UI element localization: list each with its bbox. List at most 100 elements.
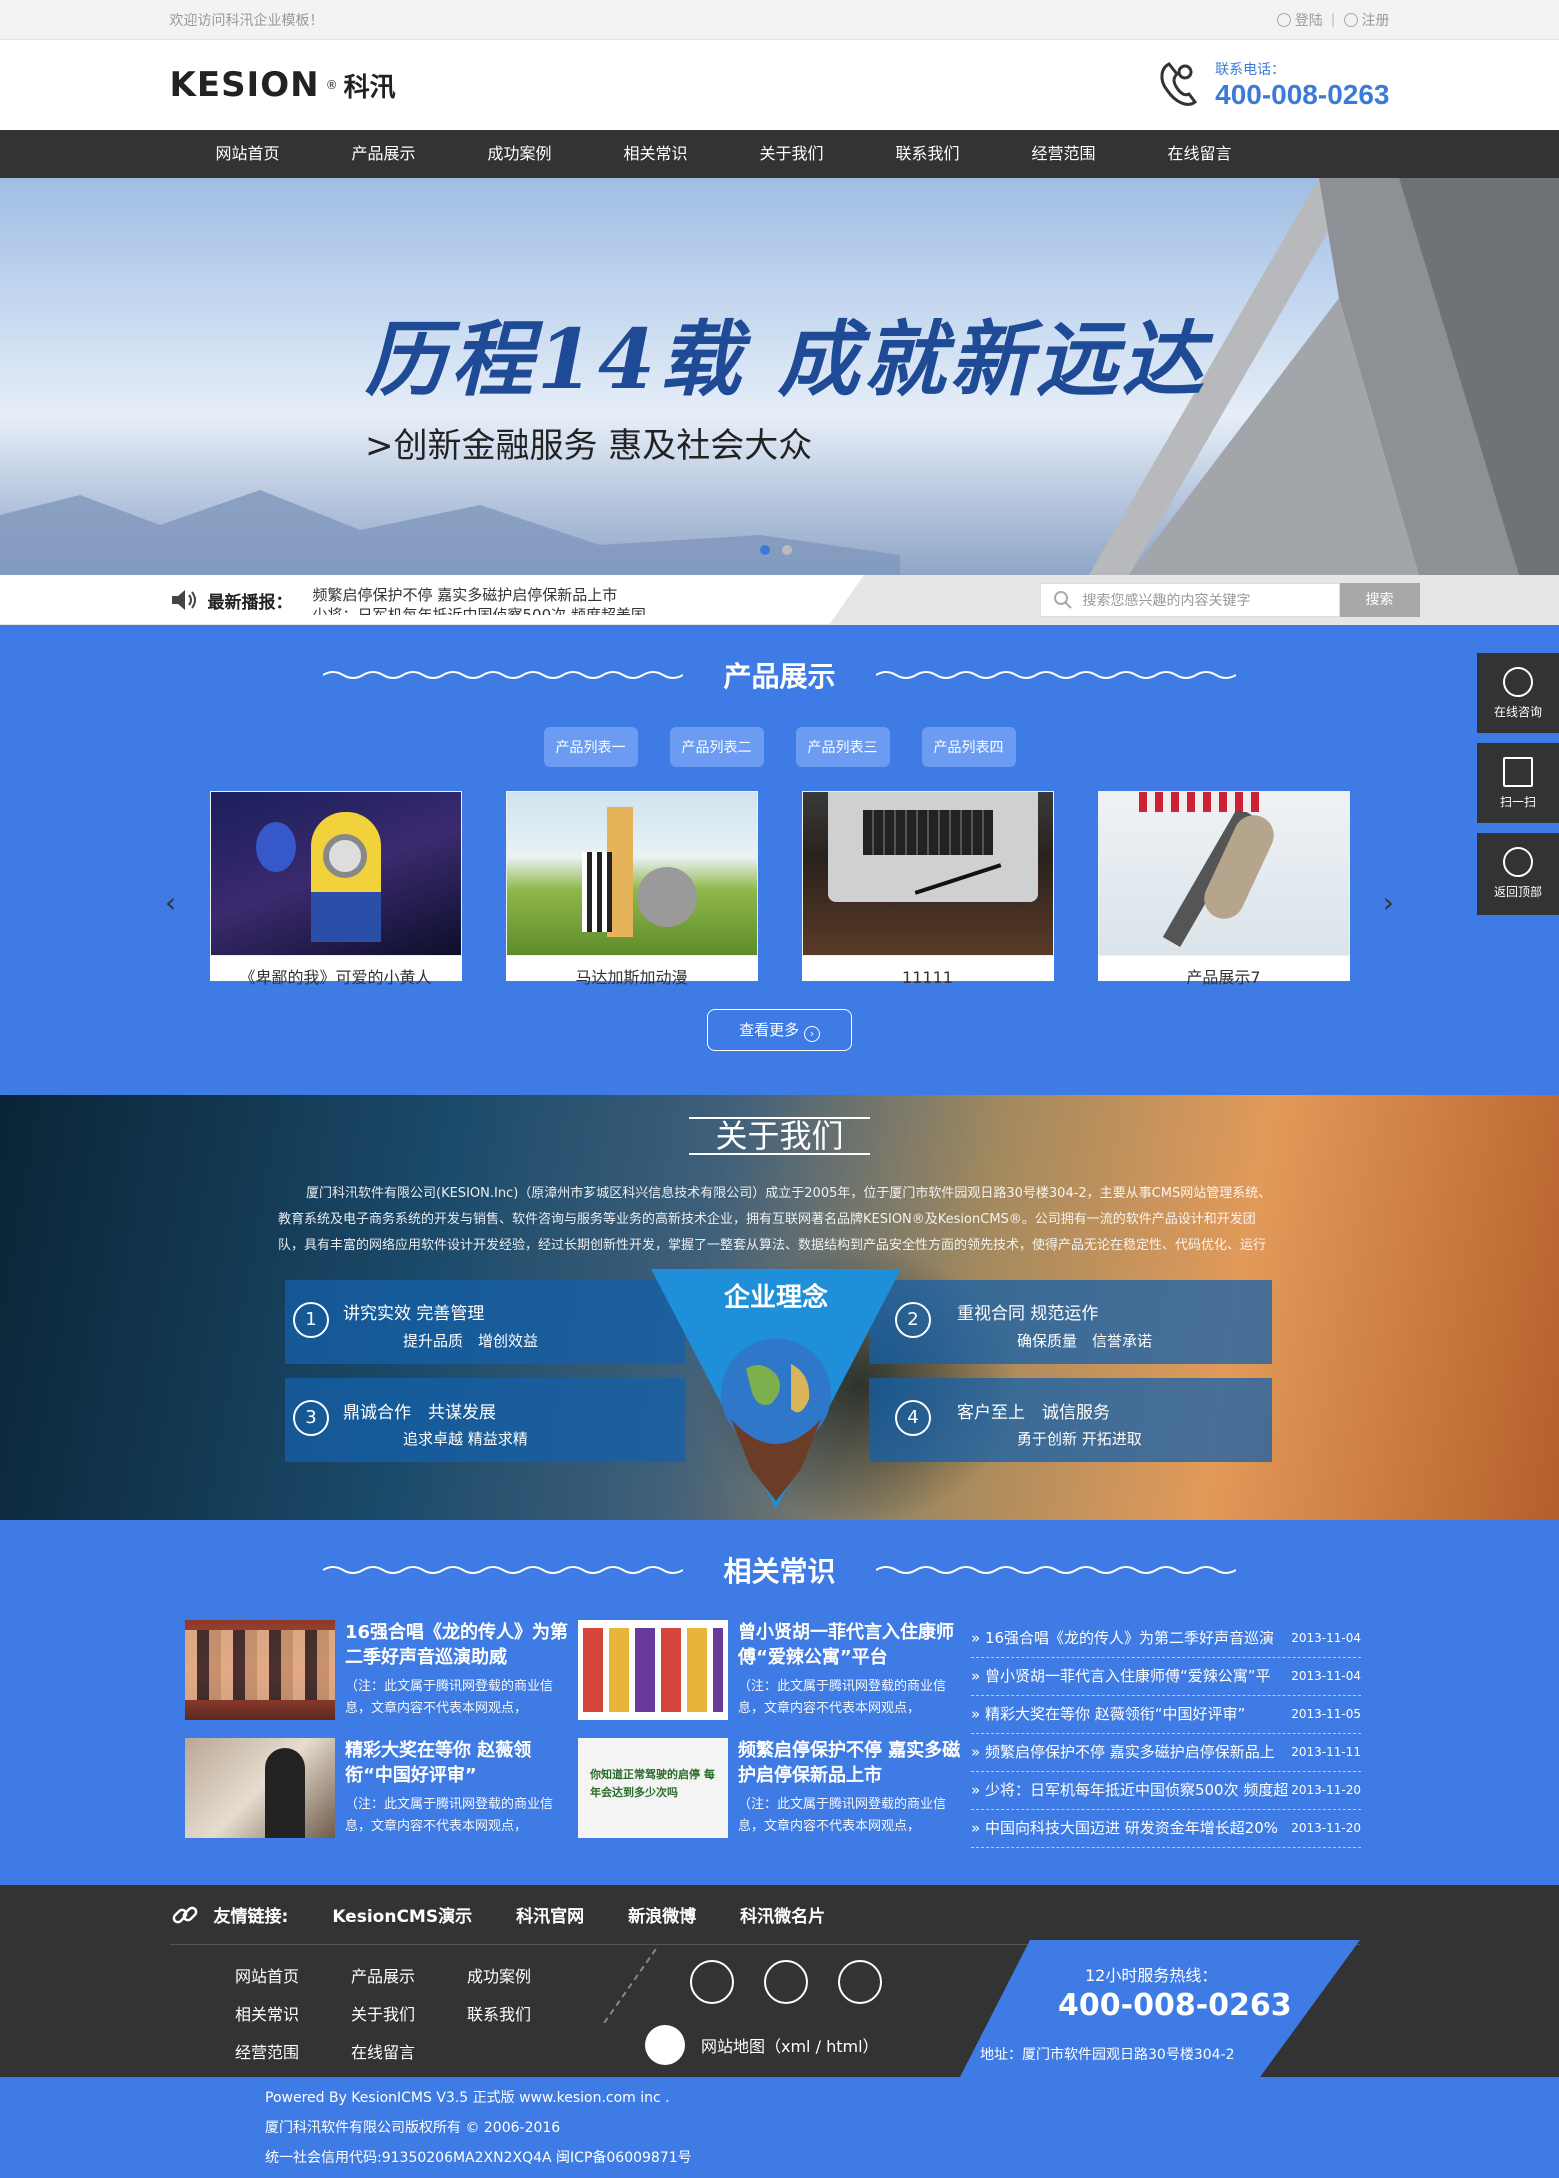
next-arrow-icon[interactable]: › (1383, 886, 1394, 919)
article-item[interactable]: 曾小贤胡一菲代言入住康师傅“爱辣公寓”平台 （注：此文属于腾讯网登载的商业信息，文… (578, 1620, 971, 1738)
logo-cn: 科汛 (343, 72, 396, 103)
ticker-items: 频繁启停保护不停 嘉实多磁护启停保新品上市 少将：日军机每年抵近中国侦察500次… (313, 585, 646, 615)
ticker-item[interactable]: 少将：日军机每年抵近中国侦察500次 频度超美国 (313, 605, 646, 615)
slider-dot-1[interactable] (760, 545, 770, 555)
footer-nav-item[interactable]: 网站首页 (235, 1963, 351, 1987)
nav-message[interactable]: 在线留言 (1132, 130, 1268, 178)
tab-product-list-2[interactable]: 产品列表二 (669, 727, 764, 767)
news-list-item[interactable]: » 16强合唱《龙的传人》为第二季好声音巡演 2013-11-04 (971, 1620, 1361, 1658)
news-date: 2013-11-05 (1291, 1707, 1361, 1721)
search-input[interactable]: 搜索您感兴趣的内容关键字 (1039, 583, 1340, 617)
view-more-label: 查看更多 (739, 1021, 800, 1039)
products-heading: 产品展示 (0, 655, 1559, 695)
footer-nav-item[interactable]: 联系我们 (467, 2001, 583, 2025)
news-date: 2013-11-20 (1291, 1821, 1361, 1835)
footer-nav-item[interactable]: 产品展示 (351, 1963, 467, 1987)
article-title[interactable]: 精彩大奖在等你 赵薇领衔“中国好评审” (345, 1738, 578, 1788)
qq-icon[interactable] (690, 1960, 734, 2004)
news-list-item[interactable]: » 曾小贤胡一菲代言入住康师傅“爱辣公寓”平 2013-11-04 (971, 1658, 1361, 1696)
header: KESION ® 科汛 联系电话： 400-008-0263 (0, 40, 1559, 130)
products-section: 产品展示 产品列表一 产品列表二 产品列表三 产品列表四 ‹ 《卑鄙的我》可爱的… (0, 625, 1559, 1095)
contact-phone: 联系电话： 400-008-0263 (1155, 59, 1390, 111)
wave-decoration (875, 1566, 1236, 1574)
news-list-item[interactable]: » 频繁启停保护不停 嘉实多磁护启停保新品上 2013-11-11 (971, 1734, 1361, 1772)
friend-link[interactable]: 科汛官网 (516, 1902, 584, 1927)
product-card[interactable]: 11111 (801, 791, 1054, 987)
side-back-to-top[interactable]: 返回顶部 (1477, 833, 1559, 915)
powered-by: Powered By KesionICMS V3.5 正式版 www.kesio… (265, 2090, 670, 2106)
friend-link[interactable]: 科汛微名片 (740, 1902, 825, 1927)
article-item[interactable]: 精彩大奖在等你 赵薇领衔“中国好评审” （注：此文属于腾讯网登载的商业信息，文章内… (185, 1738, 578, 1856)
footer-nav-item[interactable]: 相关常识 (235, 2001, 351, 2025)
register-link[interactable]: 注册 (1343, 10, 1390, 30)
slider-dot-2[interactable] (782, 545, 792, 555)
product-card[interactable]: 《卑鄙的我》可爱的小黄人 (209, 791, 462, 987)
sitemap-link[interactable]: 网站地图（xml / html） (645, 2025, 879, 2065)
logo[interactable]: KESION ® 科汛 (170, 65, 396, 105)
thumbnail-text: 你知道正常驾驶的启停 每年会达到多少次吗 (590, 1768, 715, 1799)
prev-arrow-icon[interactable]: ‹ (165, 886, 176, 919)
ticker-item[interactable]: 频繁启停保护不停 嘉实多磁护启停保新品上市 (313, 585, 646, 605)
article-title[interactable]: 频繁启停保护不停 嘉实多磁护启停保新品上市 (738, 1738, 971, 1788)
wave-decoration (323, 1566, 684, 1574)
value-title: 鼎诚合作 共谋发展 (343, 1403, 496, 1423)
wechat-icon[interactable] (764, 1960, 808, 2004)
search-button[interactable]: 搜索 (1339, 583, 1420, 617)
hero-banner[interactable]: 历程14载 成就新远达 >创新金融服务 惠及社会大众 (0, 178, 1559, 575)
phone-label: 联系电话： (1215, 62, 1286, 78)
news-title: 少将：日军机每年抵近中国侦察500次 频度超 (984, 1781, 1289, 1799)
article-item[interactable]: 16强合唱《龙的传人》为第二季好声音巡演助威 （注：此文属于腾讯网登载的商业信息，… (185, 1620, 578, 1738)
login-link[interactable]: 登陆 (1276, 10, 1323, 30)
product-card[interactable]: 产品展示7 (1097, 791, 1350, 987)
footer-nav-item[interactable]: 在线留言 (351, 2039, 467, 2063)
logo-en: KESION (169, 65, 320, 105)
nav-about[interactable]: 关于我们 (724, 130, 860, 178)
article-thumbnail (185, 1620, 335, 1720)
nav-contact[interactable]: 联系我们 (860, 130, 996, 178)
side-label: 返回顶部 (1493, 885, 1542, 899)
copyright-bar: Powered By KesionICMS V3.5 正式版 www.kesio… (0, 2077, 1559, 2178)
article-item[interactable]: 你知道正常驾驶的启停 每年会达到多少次吗 频繁启停保护不停 嘉实多磁护启停保新品… (578, 1738, 971, 1856)
icp-text: 统一社会信用代码:91350206MA2XN2XQ4A 闽ICP备0600987… (265, 2150, 692, 2166)
login-label: 登陆 (1294, 13, 1323, 29)
article-thumbnail (185, 1738, 335, 1838)
footer-nav-item[interactable]: 关于我们 (351, 2001, 467, 2025)
nav-knowledge[interactable]: 相关常识 (588, 130, 724, 178)
friend-link[interactable]: 新浪微博 (628, 1902, 696, 1927)
minion-image (209, 791, 462, 956)
news-list-item[interactable]: » 中国向科技大国迈进 研发资金年增长超20% 2013-11-20 (971, 1810, 1361, 1848)
user-icon (1276, 13, 1291, 27)
nav-home[interactable]: 网站首页 (180, 130, 316, 178)
friend-link[interactable]: KesionCMS演示 (332, 1902, 472, 1927)
news-list: » 16强合唱《龙的传人》为第二季好声音巡演 2013-11-04 » 曾小贤胡一… (971, 1620, 1361, 1856)
tab-product-list-4[interactable]: 产品列表四 (921, 727, 1016, 767)
register-label: 注册 (1361, 13, 1390, 29)
news-date: 2013-11-04 (1291, 1631, 1361, 1645)
side-consult[interactable]: 在线咨询 (1477, 653, 1559, 733)
article-column: 16强合唱《龙的传人》为第二季好声音巡演助威 （注：此文属于腾讯网登载的商业信息，… (185, 1620, 578, 1856)
divider (603, 1948, 657, 2024)
search-placeholder: 搜索您感兴趣的内容关键字 (1082, 593, 1251, 609)
weibo-icon[interactable] (838, 1960, 882, 2004)
tab-product-list-3[interactable]: 产品列表三 (795, 727, 890, 767)
product-caption: 马达加斯加动漫 (575, 968, 688, 987)
article-desc: （注：此文属于腾讯网登载的商业信息，文章内容不代表本网观点， (738, 1679, 947, 1716)
about-heading: 关于我们 (0, 1117, 1559, 1155)
nav-scope[interactable]: 经营范围 (996, 130, 1132, 178)
side-qrcode[interactable]: 扫一扫 (1477, 743, 1559, 823)
article-title[interactable]: 曾小贤胡一菲代言入住康师傅“爱辣公寓”平台 (738, 1620, 971, 1670)
footer-nav-item[interactable]: 经营范围 (235, 2039, 351, 2063)
news-list-item[interactable]: » 精彩大奖在等你 赵薇领衔“中国好评审” 2013-11-05 (971, 1696, 1361, 1734)
bullet-icon: » (971, 1743, 985, 1761)
slider-dots (760, 545, 792, 555)
divider: | (1330, 12, 1336, 28)
tab-product-list-1[interactable]: 产品列表一 (543, 727, 638, 767)
nav-cases[interactable]: 成功案例 (452, 130, 588, 178)
social-icons (690, 1960, 882, 2004)
friend-links: 友情链接: KesionCMS演示 科汛官网 新浪微博 科汛微名片 (169, 1885, 1360, 1945)
article-title[interactable]: 16强合唱《龙的传人》为第二季好声音巡演助威 (345, 1620, 578, 1670)
nav-products[interactable]: 产品展示 (316, 130, 452, 178)
news-list-item[interactable]: » 少将：日军机每年抵近中国侦察500次 频度超 2013-11-20 (971, 1772, 1361, 1810)
product-card[interactable]: 马达加斯加动漫 (505, 791, 758, 987)
footer-nav-item[interactable]: 成功案例 (467, 1963, 583, 1987)
